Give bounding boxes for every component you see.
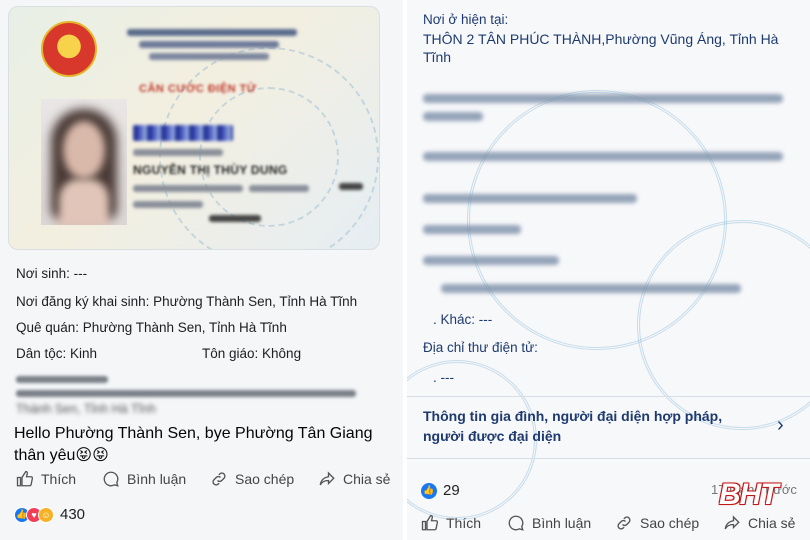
card-title: CĂN CƯỚC ĐIỆN TỬ <box>139 83 257 95</box>
birth-registration-line: Nơi đăng ký khai sinh: Phường Thành Sen,… <box>16 294 358 309</box>
share-arrow-icon <box>319 471 335 486</box>
blurred-field <box>16 390 356 397</box>
reaction-summary[interactable]: 👍 29 <box>421 482 460 499</box>
link-icon <box>617 516 631 530</box>
religion-line: Tôn giáo: Không <box>202 346 302 361</box>
separator <box>407 458 810 459</box>
reaction-count: 430 <box>60 506 86 523</box>
blurred-field <box>423 194 637 203</box>
comment-label: Bình luận <box>127 471 187 487</box>
like-button[interactable]: Thích <box>421 514 481 532</box>
share-button[interactable]: Chia sẻ <box>318 470 390 488</box>
comment-icon <box>508 515 524 531</box>
blurred-field <box>441 284 741 293</box>
post-caption: Hello Phường Thành Sen, bye Phường Tân G… <box>14 425 373 464</box>
card-holder-name: NGUYỄN THỊ THÙY DUNG <box>133 163 288 177</box>
haha-reaction-icon: ☺ <box>38 506 54 523</box>
birthplace-line: Nơi sinh: --- <box>16 266 88 281</box>
comment-button[interactable]: Bình luận <box>102 470 186 488</box>
like-button[interactable]: Thích <box>16 470 76 488</box>
chevron-right-icon[interactable]: › <box>777 414 784 437</box>
residence-tail-line: Thành Sen, Tỉnh Hà Tĩnh <box>16 402 156 416</box>
like-label: Thích <box>41 471 77 487</box>
email-value: . --- <box>433 370 454 385</box>
national-emblem-icon: ★ <box>41 21 97 77</box>
comment-label: Bình luận <box>532 515 592 531</box>
share-label: Chia sẻ <box>748 515 796 531</box>
comment-icon <box>103 471 119 487</box>
hometown-line: Quê quán: Phường Thành Sen, Tỉnh Hà Tĩnh <box>16 320 287 335</box>
comment-button[interactable]: Bình luận <box>507 514 591 532</box>
copy-label: Sao chép <box>235 471 295 487</box>
like-reaction-icon: 👍 <box>421 482 437 499</box>
thumbs-up-icon <box>16 470 34 487</box>
share-arrow-icon <box>724 515 740 530</box>
family-info-link[interactable]: Thông tin gia đình, người đại diện hợp p… <box>423 406 763 446</box>
share-button[interactable]: Chia sẻ <box>723 514 795 532</box>
ethnicity-line: Dân tộc: Kinh <box>16 346 98 361</box>
copy-button[interactable]: Sao chép <box>210 470 294 488</box>
blurred-field <box>423 152 783 161</box>
left-post: ★ CĂN CƯỚC ĐIỆN TỬ NGUYỄN THỊ THÙY DUNG … <box>0 0 403 540</box>
other-line: . Khác: --- <box>433 312 493 327</box>
current-residence-label: Nơi ở hiện tại: <box>423 12 509 27</box>
share-label: Chia sẻ <box>343 471 391 487</box>
link-icon <box>212 472 226 486</box>
id-card-image: ★ CĂN CƯỚC ĐIỆN TỬ NGUYỄN THỊ THÙY DUNG <box>8 6 380 250</box>
like-label: Thích <box>446 515 482 531</box>
right-post: Nơi ở hiện tại: THÔN 2 TÂN PHÚC THÀNH,Ph… <box>407 0 810 540</box>
copy-button[interactable]: Sao chép <box>615 514 699 532</box>
separator <box>407 396 810 397</box>
id-number-blurred <box>133 125 233 141</box>
current-residence-value: THÔN 2 TÂN PHÚC THÀNH,Phường Vũng Áng, T… <box>423 31 779 65</box>
portrait-photo <box>41 99 127 225</box>
blurred-field <box>423 225 521 234</box>
blurred-field <box>423 94 783 103</box>
bht-watermark-logo: BHT <box>719 478 779 511</box>
email-label: Địa chỉ thư điện tử: <box>423 340 538 355</box>
blurred-field <box>16 376 108 383</box>
reaction-summary[interactable]: 👍 ♥ ☺ 430 <box>14 506 85 523</box>
blurred-field <box>423 256 559 265</box>
blurred-field <box>423 112 483 121</box>
copy-label: Sao chép <box>640 515 700 531</box>
reaction-count: 29 <box>443 482 460 499</box>
thumbs-up-icon <box>421 514 439 531</box>
